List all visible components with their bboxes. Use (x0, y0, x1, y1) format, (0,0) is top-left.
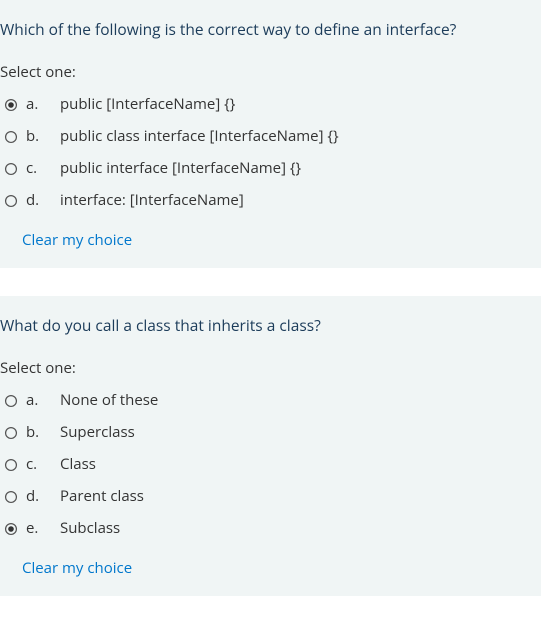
option-letter: e. (26, 512, 54, 544)
option-row[interactable]: a. public [InterfaceName] {} (0, 88, 339, 120)
select-one-label: Select one: (0, 358, 541, 378)
question-prompt: Which of the following is the correct wa… (0, 18, 541, 40)
option-text: Superclass (54, 416, 158, 448)
option-text: Parent class (54, 480, 158, 512)
option-row[interactable]: d. Parent class (0, 480, 158, 512)
option-letter: d. (26, 184, 54, 216)
radio-selected-icon (4, 522, 18, 536)
option-letter: d. (26, 480, 54, 512)
radio-unselected-icon (4, 426, 18, 440)
options-list: a. None of these b. Superclass c. Class (0, 384, 158, 544)
option-text: Class (54, 448, 158, 480)
option-row[interactable]: b. public class interface [InterfaceName… (0, 120, 339, 152)
radio-unselected-icon (4, 490, 18, 504)
question-block: What do you call a class that inherits a… (0, 296, 541, 596)
option-row[interactable]: a. None of these (0, 384, 158, 416)
option-text: public class interface [InterfaceName] {… (54, 120, 339, 152)
radio-unselected-icon (4, 194, 18, 208)
select-one-label: Select one: (0, 62, 541, 82)
option-text: Subclass (54, 512, 158, 544)
option-row[interactable]: d. interface: [InterfaceName] (0, 184, 339, 216)
option-row[interactable]: c. Class (0, 448, 158, 480)
option-text: public interface [InterfaceName] {} (54, 152, 339, 184)
options-list: a. public [InterfaceName] {} b. public c… (0, 88, 339, 216)
option-text: interface: [InterfaceName] (54, 184, 339, 216)
option-row[interactable]: e. Subclass (0, 512, 158, 544)
option-row[interactable]: c. public interface [InterfaceName] {} (0, 152, 339, 184)
option-row[interactable]: b. Superclass (0, 416, 158, 448)
option-text: public [InterfaceName] {} (54, 88, 339, 120)
option-letter: b. (26, 120, 54, 152)
option-letter: a. (26, 384, 54, 416)
radio-unselected-icon (4, 458, 18, 472)
option-letter: c. (26, 448, 54, 480)
option-letter: c. (26, 152, 54, 184)
radio-selected-icon (4, 98, 18, 112)
radio-unselected-icon (4, 130, 18, 144)
radio-unselected-icon (4, 394, 18, 408)
option-letter: b. (26, 416, 54, 448)
radio-unselected-icon (4, 162, 18, 176)
option-letter: a. (26, 88, 54, 120)
clear-choice-link[interactable]: Clear my choice (0, 230, 132, 250)
clear-choice-link[interactable]: Clear my choice (0, 558, 132, 578)
question-prompt: What do you call a class that inherits a… (0, 314, 541, 336)
option-text: None of these (54, 384, 158, 416)
question-block: Which of the following is the correct wa… (0, 0, 541, 268)
